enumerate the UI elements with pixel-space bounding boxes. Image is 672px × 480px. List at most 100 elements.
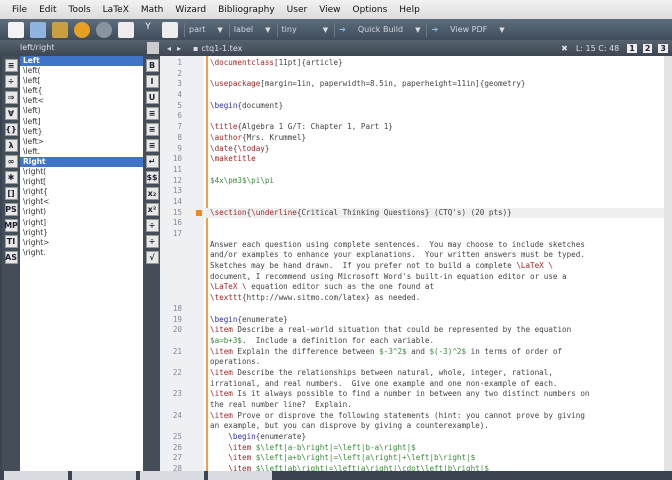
format-icon[interactable]: x²	[145, 203, 159, 216]
code-line: Sketches may be hand drawn. If you prefe…	[160, 261, 664, 272]
menu-bibliography[interactable]: Bibliography	[212, 5, 281, 15]
tab-file[interactable]: ctq1-1.tex	[201, 44, 242, 53]
quick-build-button[interactable]: ➔ Quick Build ▼	[334, 22, 420, 37]
list-item[interactable]: \left>	[20, 137, 143, 147]
refresh-icon[interactable]	[147, 42, 159, 54]
format-icon[interactable]: ≡	[145, 139, 159, 152]
format-icon[interactable]: ÷	[145, 235, 159, 248]
menu-wizard[interactable]: Wizard	[169, 5, 212, 15]
list-item[interactable]: \left[	[20, 76, 143, 86]
list-item[interactable]: \right>	[20, 238, 143, 248]
vertical-scrollbar[interactable]	[664, 56, 672, 471]
format-icon[interactable]: U	[145, 91, 159, 104]
menu-edit[interactable]: Edit	[33, 5, 62, 15]
code-token: {http://www.sitmo.com/latex} as needed.	[242, 293, 421, 303]
line-text: \title{Algebra 1 G/T: Chapter 1, Part 1}	[210, 122, 393, 133]
bottom-tab[interactable]	[72, 471, 136, 480]
section-combo[interactable]: part ▼	[184, 22, 223, 37]
list-item[interactable]: \right)	[20, 207, 143, 217]
menu-help[interactable]: Help	[393, 5, 426, 15]
code-token: \date	[210, 143, 233, 153]
list-item[interactable]: \left)	[20, 106, 143, 116]
size-combo[interactable]: tiny ▼	[276, 22, 328, 37]
line-number: 2	[177, 68, 182, 78]
next-tab-icon[interactable]: ▸	[177, 44, 181, 53]
view-button[interactable]: 1	[627, 43, 637, 53]
new-file-icon[interactable]	[8, 21, 24, 38]
symbol-category-icon[interactable]: {}	[4, 123, 18, 136]
code-line: 11	[160, 165, 664, 176]
list-item[interactable]: \right<	[20, 197, 143, 207]
symbol-category-icon[interactable]: TI	[4, 235, 18, 248]
list-item[interactable]: \right(	[20, 167, 143, 177]
view-pdf-button[interactable]: ➔ View PDF ▼	[426, 22, 505, 37]
symbol-category-icon[interactable]: ⇒	[4, 91, 18, 104]
list-item[interactable]: \left}	[20, 127, 143, 137]
list-header-right: Right	[20, 156, 143, 168]
menu-user[interactable]: User	[281, 5, 314, 15]
line-number: 11	[172, 164, 182, 174]
save-icon[interactable]	[30, 21, 46, 38]
line-text: $a=b+3$. Include a definition for each v…	[210, 336, 434, 347]
symbol-category-icon[interactable]: AS	[4, 251, 18, 264]
code-editor[interactable]: 1 \documentclass[11pt]{article} 2 3 \usepack…	[160, 56, 664, 471]
format-icon[interactable]: I	[145, 75, 159, 88]
bottom-tab[interactable]	[140, 471, 204, 480]
list-item[interactable]: \left{	[20, 86, 143, 96]
symbol-category-icon[interactable]: []	[4, 187, 18, 200]
format-icon[interactable]: ≡	[145, 123, 159, 136]
list-item[interactable]: \right]	[20, 218, 143, 228]
line-number: 27	[172, 453, 182, 463]
copy-icon[interactable]	[118, 21, 134, 38]
format-icon[interactable]: ≡	[145, 107, 159, 120]
code-token: Describe the relationships between natur…	[232, 367, 553, 377]
paste-icon[interactable]	[162, 21, 178, 38]
symbol-category-icon[interactable]: ✱	[4, 171, 18, 184]
format-icon[interactable]: B	[145, 59, 159, 72]
symbol-category-icon[interactable]: λ	[4, 139, 18, 152]
code-token: $a=b+3$	[210, 335, 243, 345]
bottom-tab[interactable]	[208, 471, 272, 480]
menu-math[interactable]: Math	[135, 5, 170, 15]
symbol-category-icon[interactable]: PS	[4, 203, 18, 216]
menu-file[interactable]: File	[6, 5, 33, 15]
list-item[interactable]: \right.	[20, 248, 143, 258]
save-all-icon[interactable]	[52, 21, 68, 38]
format-icon[interactable]: $$	[145, 171, 159, 184]
view-button[interactable]: 2	[642, 43, 653, 53]
list-item[interactable]: \left]	[20, 117, 143, 127]
code-token: \today	[237, 143, 265, 153]
format-icon[interactable]: √	[145, 251, 159, 264]
undo-icon[interactable]	[74, 21, 90, 38]
list-item[interactable]: \right{	[20, 187, 143, 197]
format-icon[interactable]: x₂	[145, 187, 159, 200]
symbol-category-icon[interactable]: ÷	[4, 75, 18, 88]
view-button[interactable]: 3	[658, 43, 668, 53]
format-icon[interactable]: ÷	[145, 219, 159, 232]
symbol-category-icon[interactable]: ≡	[4, 59, 18, 72]
list-item[interactable]: \left(	[20, 66, 143, 76]
label-combo[interactable]: label ▼	[228, 22, 271, 37]
bottom-tab[interactable]	[4, 471, 68, 480]
line-text: irrational, and real numbers. Give one e…	[210, 379, 557, 390]
redo-icon[interactable]	[96, 21, 112, 38]
previous-tab-icon[interactable]: ◂	[167, 44, 171, 53]
menu-latex[interactable]: LaTeX	[97, 5, 135, 15]
list-item[interactable]: \right[	[20, 177, 143, 187]
menu-tools[interactable]: Tools	[63, 5, 97, 15]
close-tab-icon[interactable]: ✖	[561, 44, 568, 53]
cut-icon[interactable]: Y	[140, 22, 156, 38]
code-token: . Include a definition for each variable…	[242, 335, 435, 345]
list-item[interactable]: \left<	[20, 96, 143, 106]
menu-view[interactable]: View	[313, 5, 346, 15]
list-item[interactable]: \right}	[20, 228, 143, 238]
menu-bar: File Edit Tools LaTeX Math Wizard Bibliography…	[0, 0, 672, 19]
code-line: an example, but you can disprove by givi…	[160, 421, 664, 432]
menu-options[interactable]: Options	[347, 5, 394, 15]
format-icon[interactable]: ↵	[145, 155, 159, 168]
code-token: \item	[228, 442, 252, 452]
symbol-category-icon[interactable]: ∞	[4, 155, 18, 168]
symbol-category-icon[interactable]: MP	[4, 219, 18, 232]
list-item[interactable]: \left.	[20, 147, 143, 157]
symbol-category-icon[interactable]: ∀	[4, 107, 18, 120]
